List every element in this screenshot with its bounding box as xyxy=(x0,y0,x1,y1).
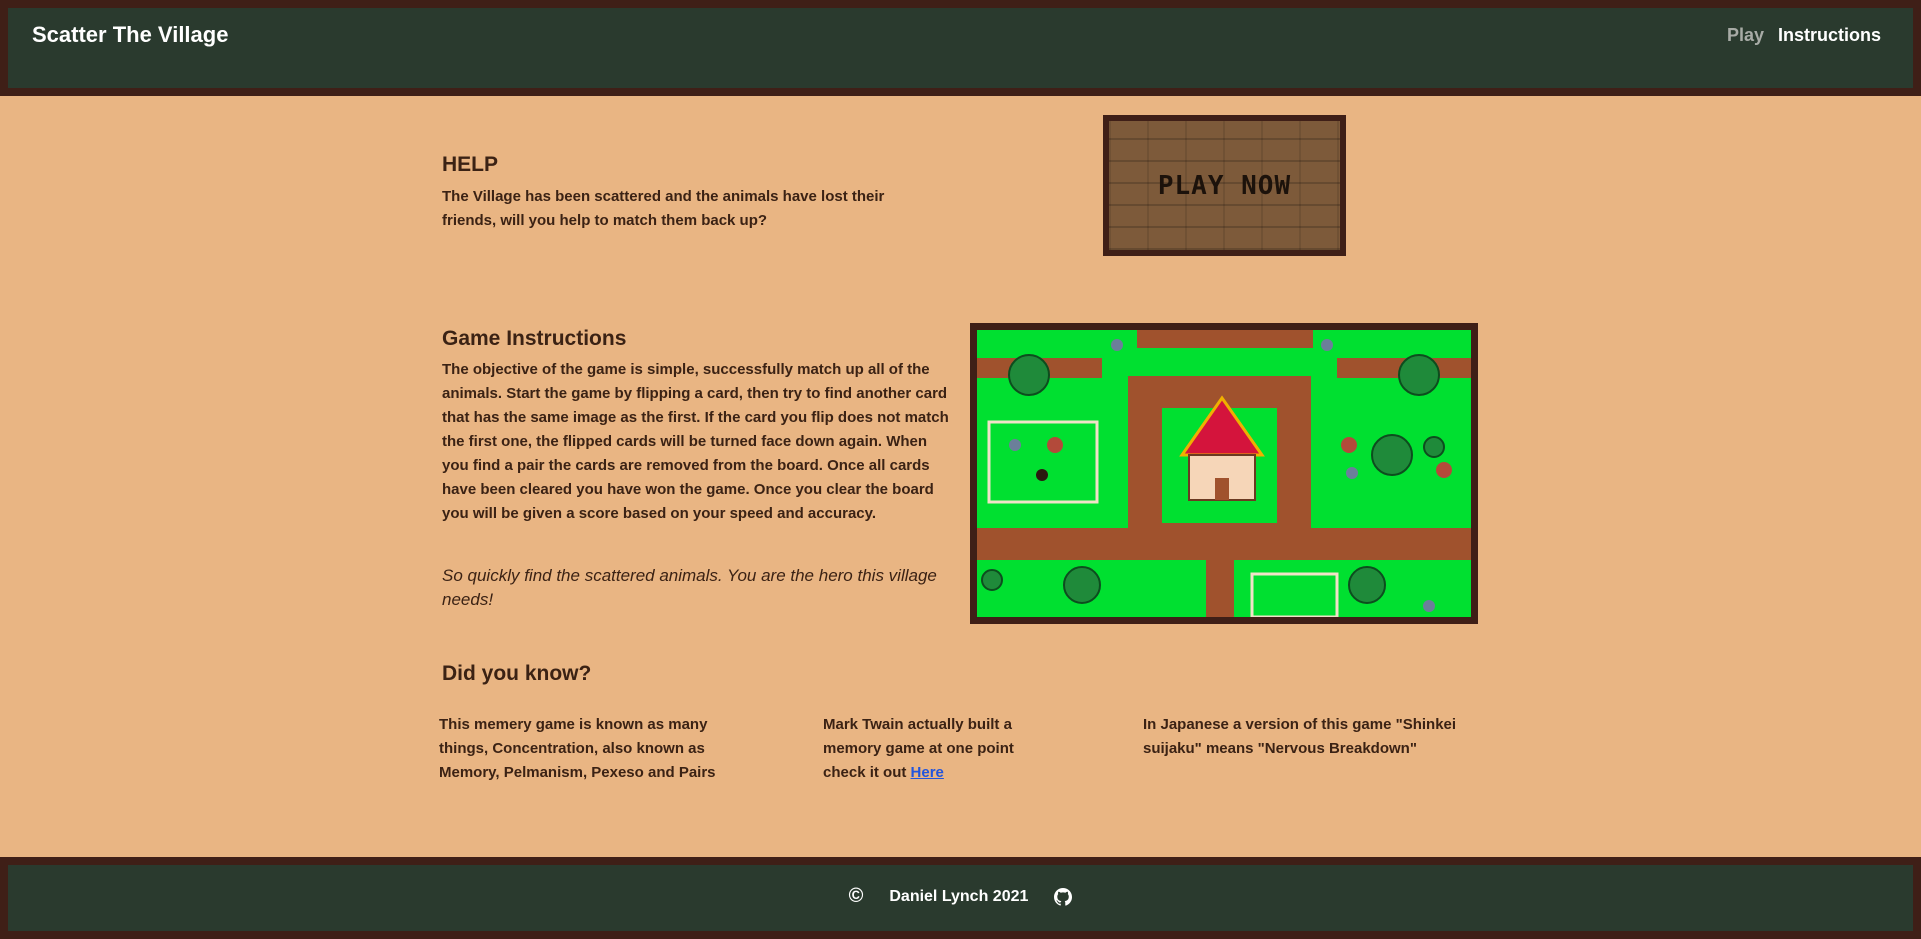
instructions-text: The objective of the game is simple, suc… xyxy=(442,361,949,522)
rock xyxy=(1346,467,1358,479)
rock xyxy=(1321,339,1333,351)
stump xyxy=(1341,437,1357,453)
footer-bar: © Daniel Lynch 2021 xyxy=(8,865,1913,931)
header-bar: Scatter The Village Play Instructions xyxy=(8,8,1913,88)
hedge-top xyxy=(1137,330,1313,348)
house-door xyxy=(1215,478,1229,500)
site-footer: © Daniel Lynch 2021 xyxy=(0,857,1921,939)
nav-instructions-link[interactable]: Instructions xyxy=(1778,25,1881,46)
github-icon-svg xyxy=(1054,887,1073,906)
hero-tagline: So quickly find the scattered animals. Y… xyxy=(442,566,937,609)
instructions-heading: Game Instructions xyxy=(442,327,627,350)
rock xyxy=(1111,339,1123,351)
footer-credit: Daniel Lynch 2021 xyxy=(889,887,1029,905)
village-map-image xyxy=(970,323,1478,624)
site-title[interactable]: Scatter The Village xyxy=(32,22,228,48)
bush xyxy=(1423,436,1445,458)
site-header: Scatter The Village Play Instructions xyxy=(0,0,1921,96)
play-now-button[interactable]: PLAY NOW xyxy=(1103,115,1346,256)
tree xyxy=(1063,566,1101,604)
stump xyxy=(1436,462,1452,478)
village-map-illustration xyxy=(977,330,1471,617)
fact-concentration: This memery game is known as many things… xyxy=(439,716,716,781)
fact-mark-twain: Mark Twain actually built a memory game … xyxy=(823,713,1055,785)
tree xyxy=(1348,566,1386,604)
tree xyxy=(1371,434,1413,476)
path-vertical xyxy=(1206,545,1234,617)
bush xyxy=(981,569,1003,591)
mark-twain-here-link[interactable]: Here xyxy=(911,764,944,781)
nav-play-link[interactable]: Play xyxy=(1727,25,1764,46)
footer-content: © Daniel Lynch 2021 xyxy=(8,885,1913,908)
rock xyxy=(1009,439,1021,451)
main-nav: Play Instructions xyxy=(1727,25,1881,46)
did-you-know-heading: Did you know? xyxy=(442,662,592,685)
copyright-icon: © xyxy=(848,885,864,907)
fact-shinkei-suijaku: In Japanese a version of this game "Shin… xyxy=(1143,716,1457,757)
play-now-label: PLAY NOW xyxy=(1157,170,1292,201)
tree xyxy=(1398,354,1440,396)
help-text: The Village has been scattered and the a… xyxy=(442,188,885,229)
tree xyxy=(1008,354,1050,396)
help-heading: HELP xyxy=(442,153,499,176)
rock xyxy=(1423,600,1435,612)
github-icon[interactable] xyxy=(1054,887,1073,906)
villager-sprite xyxy=(1036,469,1048,481)
stump xyxy=(1047,437,1063,453)
